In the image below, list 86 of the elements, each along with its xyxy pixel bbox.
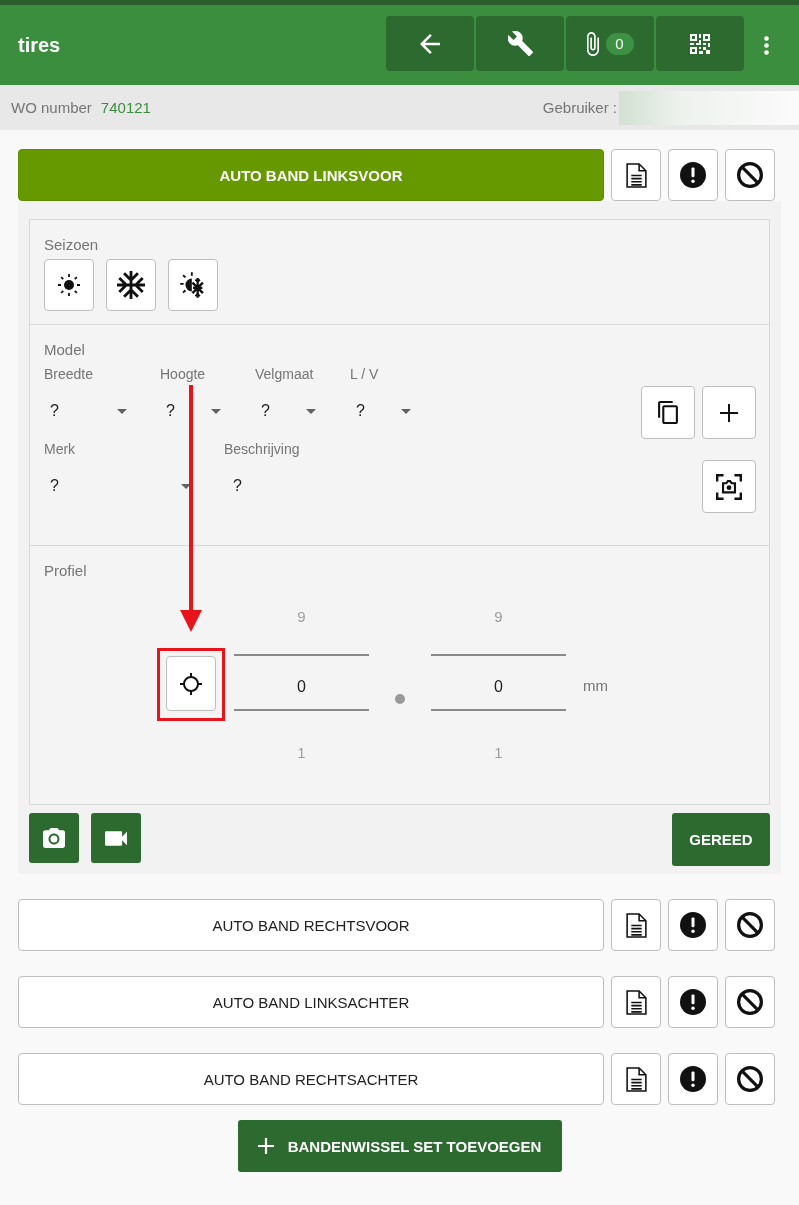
- plus-icon: [257, 1138, 274, 1154]
- exclamation-icon: [680, 162, 706, 188]
- field-label: L / V: [350, 365, 380, 383]
- document-icon: [625, 912, 647, 938]
- prohibited-icon: [737, 989, 763, 1015]
- sun-icon: [57, 273, 81, 297]
- back-button[interactable]: [386, 16, 474, 71]
- paperclip-icon: [586, 31, 599, 56]
- text-field[interactable]: ?: [224, 466, 284, 506]
- caret-down-icon: [117, 408, 127, 414]
- tire-button[interactable]: AUTO BAND LINKSACHTER: [18, 976, 604, 1028]
- block-button[interactable]: [725, 1053, 775, 1105]
- exclamation-icon: [680, 1066, 706, 1092]
- done-button[interactable]: GEREED: [672, 813, 770, 866]
- video-button[interactable]: [91, 813, 141, 863]
- wrench-icon: [507, 31, 533, 56]
- caret-down-icon: [401, 408, 411, 414]
- exclamation-icon: [680, 912, 706, 938]
- tools-button[interactable]: [476, 16, 564, 71]
- camera-button[interactable]: [29, 813, 79, 863]
- dropdown-field[interactable]: ?: [44, 466, 196, 506]
- section-label: Seizoen: [44, 235, 100, 255]
- summer-button[interactable]: [44, 259, 94, 311]
- alert-button[interactable]: [668, 899, 718, 951]
- video-camera-icon: [105, 830, 127, 846]
- prohibited-icon: [737, 912, 763, 938]
- notes-button[interactable]: [611, 899, 661, 951]
- field-label: Hoogte: [160, 365, 207, 383]
- add-tire-set-button[interactable]: BANDENWISSEL SET TOEVOEGEN: [237, 1120, 562, 1172]
- section-label: Model: [44, 340, 86, 360]
- qr-code-icon: [690, 33, 710, 54]
- scan-button[interactable]: [702, 460, 756, 513]
- block-button[interactable]: [725, 149, 775, 201]
- wo-number-label: WO number: [11, 99, 92, 116]
- notes-button[interactable]: [611, 1053, 661, 1105]
- count-badge: 0: [605, 32, 634, 55]
- field-label: Breedte: [44, 365, 95, 383]
- crosshair-icon: [179, 671, 203, 696]
- dropdown-field[interactable]: ?: [255, 391, 321, 431]
- dropdown-field[interactable]: ?: [44, 391, 132, 431]
- document-icon: [625, 989, 647, 1015]
- snowflake-icon: [117, 271, 145, 299]
- alert-button[interactable]: [668, 1053, 718, 1105]
- section-label: Profiel: [44, 561, 88, 581]
- alert-button[interactable]: [668, 976, 718, 1028]
- caret-down-icon: [211, 408, 221, 414]
- notes-button[interactable]: [611, 976, 661, 1028]
- more-vertical-icon: [763, 35, 769, 55]
- decimal-point-icon: [395, 694, 405, 704]
- dropdown-field[interactable]: ?: [160, 391, 226, 431]
- alert-button[interactable]: [668, 149, 718, 201]
- notes-button[interactable]: [611, 149, 661, 201]
- app-title: tires: [18, 33, 61, 57]
- block-button[interactable]: [725, 899, 775, 951]
- sun-snowflake-icon: [179, 271, 207, 299]
- document-icon: [625, 1066, 647, 1092]
- prohibited-icon: [737, 162, 763, 188]
- attachments-button[interactable]: 0: [566, 16, 654, 71]
- camera-scan-icon: [716, 473, 742, 500]
- exclamation-icon: [680, 989, 706, 1015]
- caret-down-icon: [306, 408, 316, 414]
- wo-number-value: 740121: [100, 99, 151, 116]
- block-button[interactable]: [725, 976, 775, 1028]
- prohibited-icon: [737, 1066, 763, 1092]
- number-picker-field[interactable]: 0: [431, 654, 566, 711]
- all-season-button[interactable]: [168, 259, 218, 311]
- field-label: Merk: [44, 440, 77, 458]
- number-picker-field[interactable]: 0: [234, 654, 369, 711]
- locate-button[interactable]: [166, 656, 216, 711]
- plus-icon: [720, 403, 738, 422]
- camera-icon: [43, 828, 65, 848]
- field-label: Velgmaat: [255, 365, 315, 383]
- tire-button[interactable]: AUTO BAND RECHTSACHTER: [18, 1053, 604, 1105]
- winter-button[interactable]: [106, 259, 156, 311]
- add-button[interactable]: [702, 386, 756, 439]
- unit-label: mm: [583, 676, 608, 696]
- arrow-left-icon: [420, 33, 440, 54]
- field-label: Beschrijving: [224, 440, 300, 458]
- qr-code-button[interactable]: [656, 16, 744, 71]
- user-label: Gebruiker :: [542, 99, 617, 116]
- tire-button[interactable]: AUTO BAND RECHTSVOOR: [18, 899, 604, 951]
- document-icon: [625, 162, 647, 188]
- caret-down-icon: [181, 483, 191, 489]
- copy-icon: [658, 401, 678, 424]
- copy-button[interactable]: [641, 386, 695, 439]
- dropdown-field[interactable]: ?: [350, 391, 416, 431]
